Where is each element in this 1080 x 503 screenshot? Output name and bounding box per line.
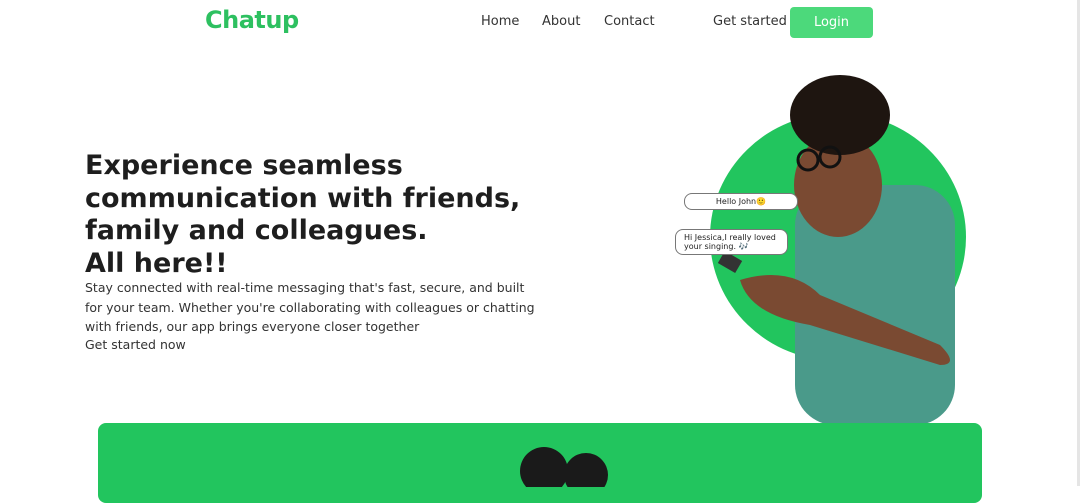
login-button[interactable]: Login — [790, 7, 873, 38]
nav-home[interactable]: Home — [481, 14, 519, 29]
chat-bubble: Hi Jessica,I really loved your singing. … — [675, 229, 788, 255]
feature-card — [98, 423, 982, 503]
get-started-now-link[interactable]: Get started now — [85, 337, 186, 352]
hero-title: Experience seamless communication with f… — [85, 150, 545, 280]
nav-contact[interactable]: Contact — [604, 14, 655, 29]
chat-bubble: Hello John🙂 — [684, 193, 798, 210]
navbar: Chatup Home About Contact Get started Lo… — [0, 0, 1080, 44]
title-line: Experience seamless — [85, 150, 403, 181]
people-illustration — [520, 447, 608, 487]
title-line: family and colleagues. — [85, 215, 428, 246]
nav-about[interactable]: About — [542, 14, 580, 29]
logo[interactable]: Chatup — [205, 6, 299, 34]
hero-description: Stay connected with real-time messaging … — [85, 280, 535, 334]
title-line: All here!! — [85, 247, 228, 279]
title-line: communication with friends, — [85, 182, 521, 214]
get-started-link[interactable]: Get started — [713, 14, 787, 29]
